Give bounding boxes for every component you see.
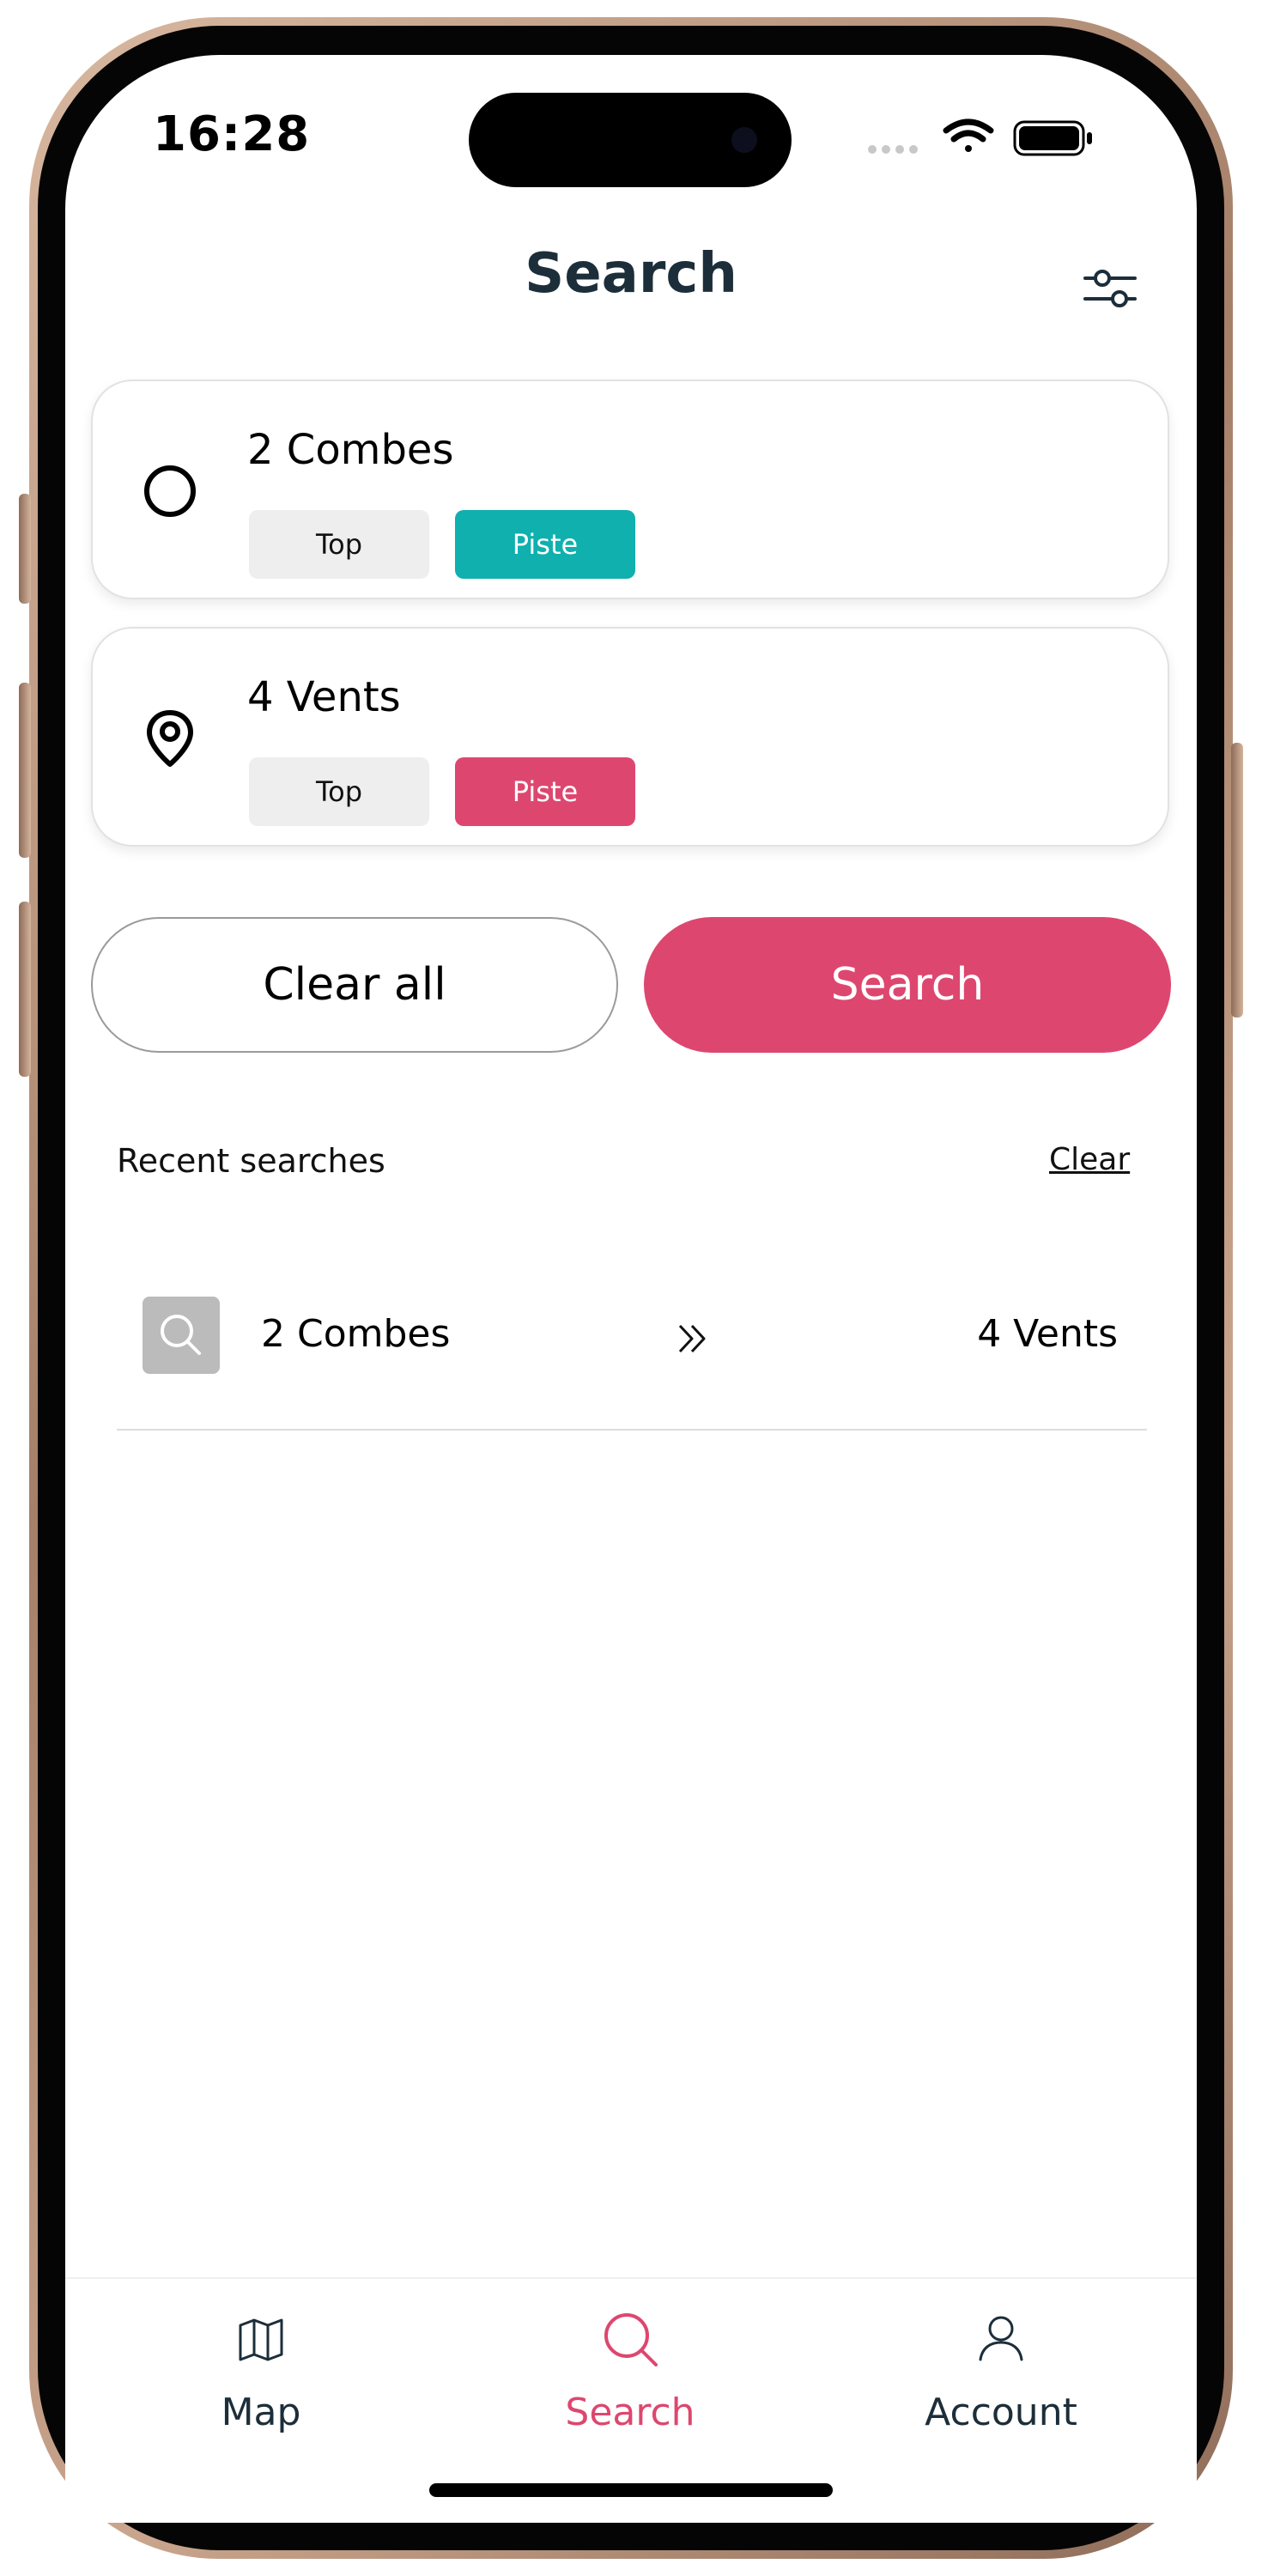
wifi-icon: [943, 118, 994, 152]
map-icon: [239, 2318, 283, 2361]
search-icon: [604, 2313, 658, 2366]
destination-top-chip[interactable]: Top: [249, 757, 429, 826]
origin-piste-chip[interactable]: Piste: [455, 510, 635, 579]
search-button[interactable]: Search: [644, 917, 1171, 1053]
origin-name: 2 Combes: [247, 426, 454, 474]
destination-card[interactable]: 4 Vents Top Piste: [91, 627, 1169, 847]
double-chevron-right-icon: [678, 1324, 706, 1353]
clear-all-button[interactable]: Clear all: [91, 917, 618, 1053]
clear-recent-link[interactable]: Clear: [1049, 1142, 1130, 1177]
dynamic-island: [469, 93, 792, 187]
origin-card[interactable]: 2 Combes Top Piste: [91, 380, 1169, 599]
tab-search[interactable]: Search: [501, 2305, 759, 2459]
recent-search-item[interactable]: 2 Combes 4 Vents: [117, 1271, 1147, 1431]
battery-icon: [1013, 120, 1092, 156]
cellular-icon: [868, 145, 918, 154]
volume-down-button: [19, 902, 31, 1077]
destination-name: 4 Vents: [247, 673, 401, 721]
search-icon: [143, 1297, 220, 1374]
recent-from: 2 Combes: [261, 1312, 451, 1356]
user-icon: [979, 2316, 1023, 2361]
map-pin-icon: [147, 710, 193, 767]
tab-label-search: Search: [565, 2391, 695, 2434]
circle-icon: [144, 465, 196, 517]
destination-piste-chip[interactable]: Piste: [455, 757, 635, 826]
recent-searches-heading: Recent searches: [117, 1142, 385, 1180]
filter-button[interactable]: [1080, 263, 1140, 314]
tab-label-account: Account: [925, 2391, 1077, 2434]
front-camera: [731, 127, 757, 153]
sliders-icon: [1083, 270, 1137, 307]
status-time: 16:28: [153, 106, 311, 162]
mute-switch: [19, 494, 31, 604]
tab-account[interactable]: Account: [872, 2305, 1130, 2459]
power-button: [1231, 743, 1243, 1018]
tab-map[interactable]: Map: [132, 2305, 390, 2459]
volume-up-button: [19, 683, 31, 858]
recent-to: 4 Vents: [977, 1312, 1118, 1356]
home-indicator[interactable]: [429, 2483, 833, 2497]
origin-top-chip[interactable]: Top: [249, 510, 429, 579]
status-icons: [867, 118, 1099, 156]
page-title: Search: [525, 242, 737, 306]
tab-label-map: Map: [221, 2391, 301, 2434]
